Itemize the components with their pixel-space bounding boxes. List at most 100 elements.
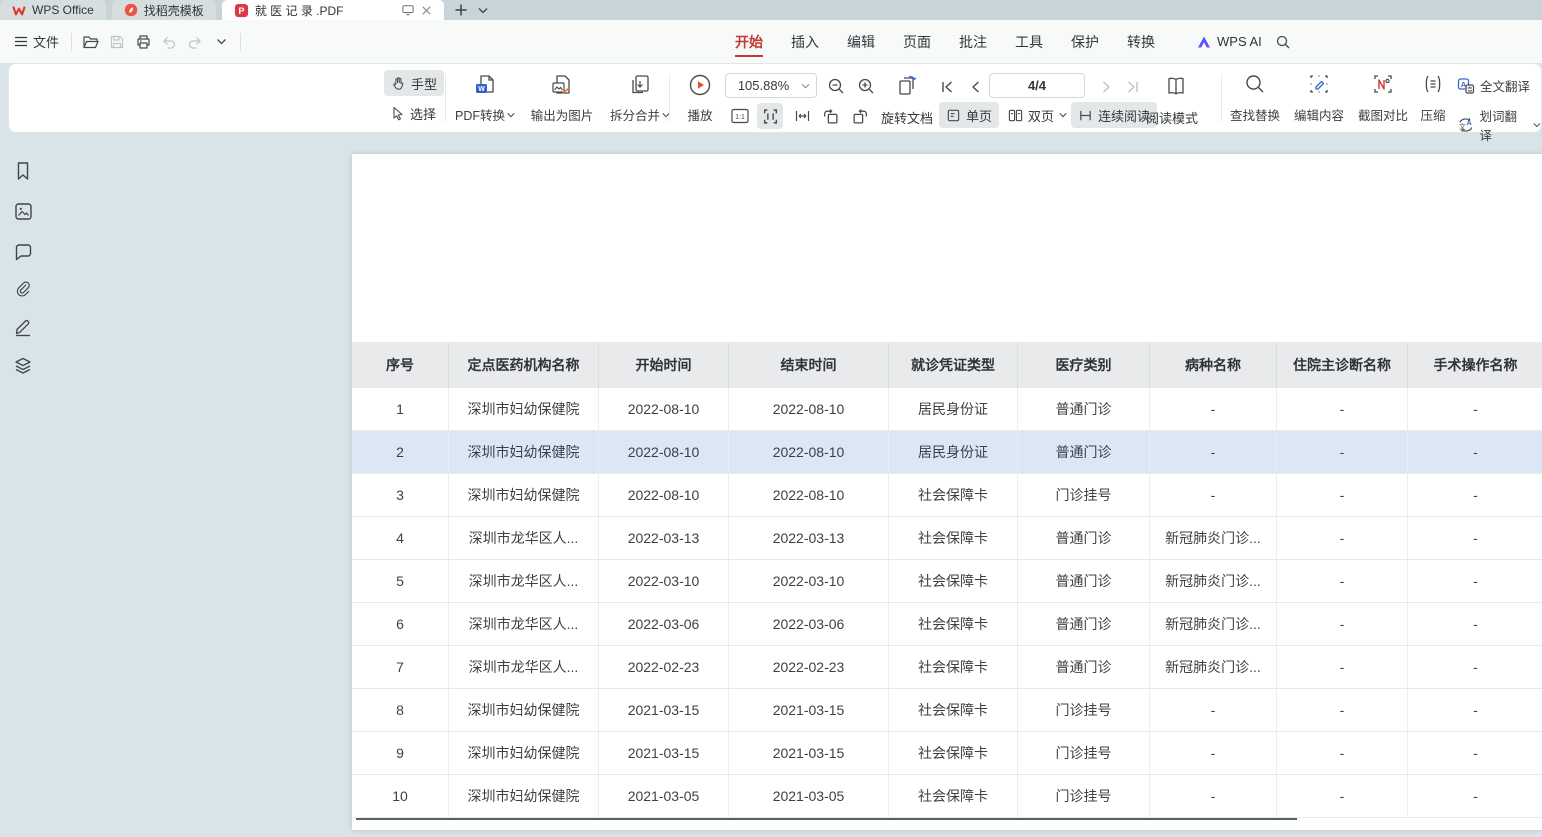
fit-page-button[interactable] xyxy=(757,103,783,129)
table-cell: 深圳市妇幼保健院 xyxy=(449,431,599,474)
full-translate-icon: A xyxy=(1457,77,1475,95)
actual-size-button[interactable]: 1:1 xyxy=(729,105,751,127)
word-translate-label: 划词翻译 xyxy=(1480,106,1529,144)
undo-button[interactable] xyxy=(156,29,182,55)
find-replace-button[interactable]: 查找替换 xyxy=(1225,70,1285,128)
table-cell: 2022-03-10 xyxy=(599,560,729,603)
table-cell: - xyxy=(1408,775,1542,818)
pdf-convert-button[interactable]: W PDF转换 xyxy=(451,70,519,128)
zoom-level-combo[interactable] xyxy=(725,73,817,98)
table-cell: - xyxy=(1277,646,1408,689)
screenshot-compare-button[interactable]: 截图对比 xyxy=(1353,70,1413,128)
ribbon-tab-编辑[interactable]: 编辑 xyxy=(847,20,875,63)
rotate-right-button[interactable] xyxy=(849,105,871,127)
quick-access-chevron-button[interactable] xyxy=(208,29,234,55)
bookmarks-panel-button[interactable] xyxy=(12,160,34,182)
ribbon-tab-保护[interactable]: 保护 xyxy=(1071,20,1099,63)
table-cell: 深圳市妇幼保健院 xyxy=(449,689,599,732)
table-cell: 普通门诊 xyxy=(1018,431,1150,474)
share-to-device-icon[interactable] xyxy=(401,4,415,16)
tab-label: 找稻壳模板 xyxy=(144,2,204,19)
table-cell: 社会保障卡 xyxy=(889,689,1018,732)
file-menu-button[interactable]: 文件 xyxy=(8,32,65,51)
table-cell: 5 xyxy=(352,560,449,603)
ribbon-tab-批注[interactable]: 批注 xyxy=(959,20,987,63)
export-image-icon xyxy=(550,73,574,97)
single-page-button[interactable]: 单页 xyxy=(939,102,999,128)
rotate-doc-label[interactable]: 旋转文档 xyxy=(881,108,933,127)
open-file-button[interactable] xyxy=(78,29,104,55)
split-merge-button[interactable]: 拆分合并 xyxy=(605,70,675,128)
wps-ai-button[interactable]: WPS AI xyxy=(1196,20,1262,63)
attachments-panel-button[interactable] xyxy=(12,278,34,300)
tab-docer-templates[interactable]: 找稻壳模板 xyxy=(112,0,216,20)
play-slideshow-button[interactable]: 播放 xyxy=(675,70,725,128)
tab-list-button[interactable] xyxy=(472,0,494,20)
screenshot-compare-icon xyxy=(1372,73,1394,95)
tab-wps-office[interactable]: WPS Office xyxy=(0,0,106,20)
read-mode-label[interactable]: 阅读模式 xyxy=(1146,108,1198,127)
table-cell: - xyxy=(1277,517,1408,560)
table-header-cell: 就诊凭证类型 xyxy=(889,342,1018,388)
table-cell: 2022-08-10 xyxy=(729,431,889,474)
hand-tool-button[interactable]: 手型 xyxy=(384,70,444,96)
pdf-file-icon: P xyxy=(234,3,249,18)
zoom-level-input[interactable] xyxy=(726,78,801,93)
table-cell: 2022-08-10 xyxy=(729,474,889,517)
rotate-pages-button[interactable] xyxy=(893,72,921,100)
save-button[interactable] xyxy=(104,29,130,55)
full-text-translate-button[interactable]: A 全文翻译 xyxy=(1457,76,1530,95)
page-number-combo[interactable] xyxy=(989,73,1085,98)
table-header-cell: 手术操作名称 xyxy=(1408,342,1542,388)
layers-panel-button[interactable] xyxy=(12,355,34,377)
zoom-in-button[interactable] xyxy=(854,74,878,98)
table-cell: 普通门诊 xyxy=(1018,517,1150,560)
divider xyxy=(445,74,446,122)
word-translate-button[interactable]: 文A 划词翻译 xyxy=(1457,106,1541,144)
select-tool-button[interactable]: 选择 xyxy=(384,100,443,126)
table-cell: 深圳市妇幼保健院 xyxy=(449,775,599,818)
zoom-out-button[interactable] xyxy=(824,74,848,98)
print-button[interactable] xyxy=(130,29,156,55)
rotate-left-button[interactable] xyxy=(819,105,841,127)
fit-width-button[interactable] xyxy=(791,105,813,127)
ribbon-tab-工具[interactable]: 工具 xyxy=(1015,20,1043,63)
tab-document-pdf[interactable]: P 就 医 记 录 .PDF xyxy=(222,0,444,20)
one-to-one-icon: 1:1 xyxy=(731,108,749,124)
compress-button[interactable]: 压缩 xyxy=(1413,70,1453,128)
export-as-image-button[interactable]: 输出为图片 xyxy=(523,70,601,128)
pdf-page[interactable]: 序号定点医药机构名称开始时间结束时间就诊凭证类型医疗类别病种名称住院主诊断名称手… xyxy=(352,154,1542,830)
table-cell: 社会保障卡 xyxy=(889,474,1018,517)
ribbon-search-button[interactable] xyxy=(1270,29,1296,55)
signature-pen-icon xyxy=(13,317,33,337)
ribbon-tab-插入[interactable]: 插入 xyxy=(791,20,819,63)
first-page-button[interactable] xyxy=(937,77,957,97)
first-page-icon xyxy=(940,80,954,94)
ribbon-tab-转换[interactable]: 转换 xyxy=(1127,20,1155,63)
table-row: 5深圳市龙华区人...2022-03-102022-03-10社会保障卡普通门诊… xyxy=(352,560,1542,603)
previous-page-button[interactable] xyxy=(965,77,985,97)
chevron-down-icon xyxy=(507,112,515,118)
edit-content-button[interactable]: 编辑内容 xyxy=(1289,70,1349,128)
table-cell: 2021-03-15 xyxy=(729,732,889,775)
ribbon-tab-页面[interactable]: 页面 xyxy=(903,20,931,63)
continuous-reading-button[interactable]: 连续阅读 xyxy=(1071,102,1157,128)
open-book-icon xyxy=(1164,75,1188,97)
comments-panel-button[interactable] xyxy=(12,241,34,263)
table-cell: 新冠肺炎门诊... xyxy=(1150,517,1277,560)
ribbon-tab-开始[interactable]: 开始 xyxy=(735,20,763,63)
new-tab-button[interactable] xyxy=(450,0,472,20)
next-page-button[interactable] xyxy=(1097,77,1117,97)
last-page-button[interactable] xyxy=(1123,77,1143,97)
signature-panel-button[interactable] xyxy=(12,316,34,338)
page-number-input[interactable] xyxy=(990,78,1084,93)
thumbnails-panel-button[interactable] xyxy=(12,200,34,222)
table-cell: - xyxy=(1408,646,1542,689)
double-page-button[interactable]: 双页 xyxy=(1001,102,1074,128)
redo-button[interactable] xyxy=(182,29,208,55)
hand-tool-label: 手型 xyxy=(411,74,437,93)
close-tab-icon[interactable] xyxy=(421,5,432,16)
table-cell: 新冠肺炎门诊... xyxy=(1150,646,1277,689)
table-cell: - xyxy=(1277,732,1408,775)
read-mode-icon-button[interactable] xyxy=(1162,72,1190,100)
